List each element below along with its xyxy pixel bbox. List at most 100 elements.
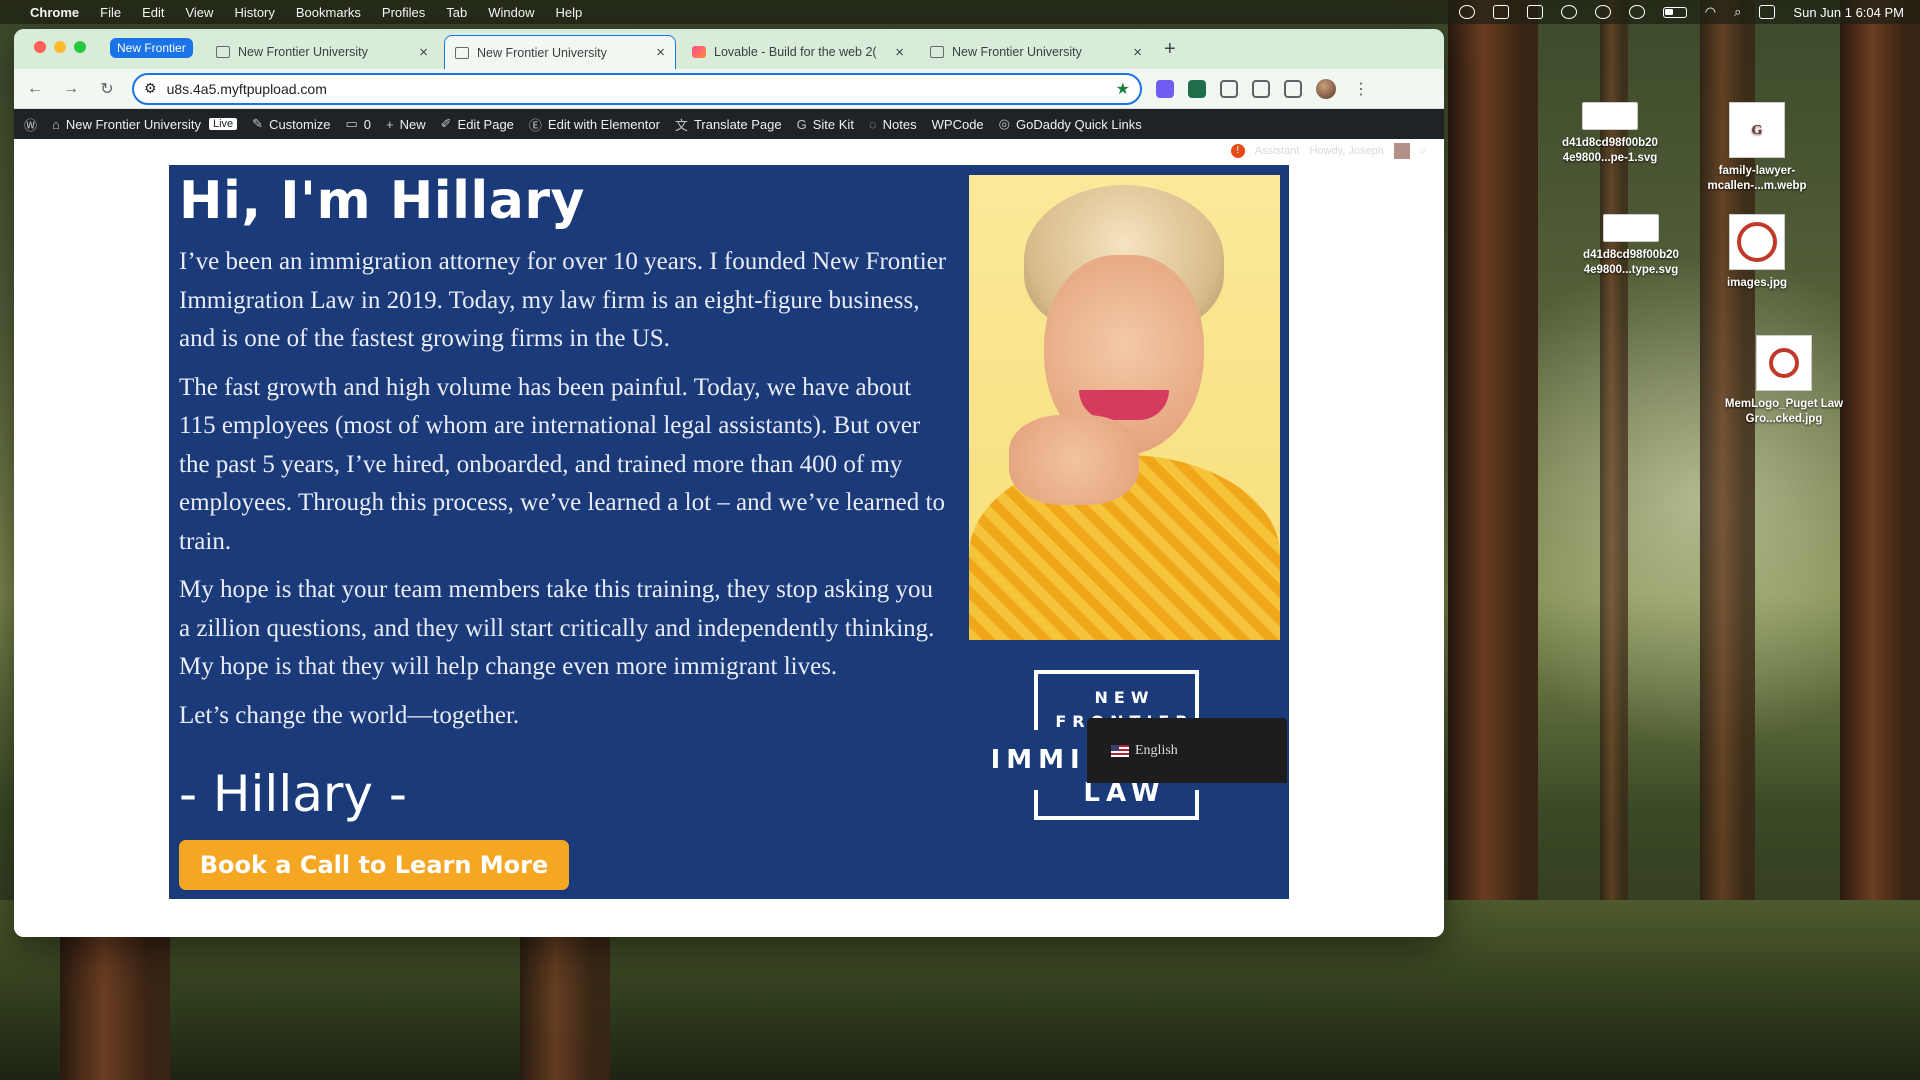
- tab-title: Lovable - Build for the web 2(: [714, 45, 877, 59]
- tab-bar: New Frontier New Frontier University × N…: [14, 29, 1444, 69]
- notification-icon[interactable]: [1492, 5, 1509, 19]
- menu-tab[interactable]: Tab: [446, 5, 467, 20]
- forward-arrow-icon[interactable]: →: [60, 80, 82, 98]
- creative-cloud-icon[interactable]: [1560, 5, 1577, 19]
- tab-title: New Frontier University: [477, 45, 607, 60]
- chrome-menu-icon[interactable]: ⋮: [1350, 79, 1372, 99]
- menu-edit[interactable]: Edit: [142, 5, 164, 20]
- us-flag-icon: [1111, 744, 1129, 757]
- search-icon[interactable]: ⌕: [1420, 145, 1426, 158]
- wp-edit-page[interactable]: ✐ Edit Page: [441, 116, 514, 132]
- address-bar[interactable]: ⚙ u8s.4a5.myftpupload.com ★: [132, 72, 1142, 105]
- hero-section: Hi, I'm Hillary I’ve been an immigration…: [169, 165, 1289, 899]
- menu-help[interactable]: Help: [556, 5, 583, 20]
- wp-customize[interactable]: ✎ Customize: [252, 116, 330, 132]
- desktop-file-memlogo[interactable]: MemLogo_Puget Law Gro...cked.jpg: [1724, 335, 1844, 427]
- desktop-file-images-jpg[interactable]: images.jpg: [1697, 214, 1817, 291]
- user-avatar[interactable]: [1393, 143, 1410, 159]
- reload-icon[interactable]: ↻: [96, 79, 118, 99]
- m-app-icon[interactable]: [1526, 5, 1543, 19]
- menu-profiles[interactable]: Profiles: [382, 5, 425, 20]
- alert-icon[interactable]: !: [1230, 144, 1245, 158]
- file-thumbnail: [1756, 335, 1812, 391]
- chrome-window: New Frontier New Frontier University × N…: [14, 29, 1444, 937]
- back-arrow-icon[interactable]: ←: [24, 80, 46, 98]
- tab-search-icon[interactable]: [1252, 79, 1270, 98]
- browser-toolbar: ← → ↻ ⚙ u8s.4a5.myftpupload.com ★ ⋮: [14, 69, 1444, 109]
- wp-translate-page[interactable]: 文 Translate Page: [675, 115, 782, 134]
- menu-app-name[interactable]: Chrome: [30, 5, 79, 20]
- wp-godaddy-links[interactable]: ◎ GoDaddy Quick Links: [999, 116, 1142, 132]
- tab-group-label[interactable]: New Frontier: [110, 38, 193, 58]
- status-dot-icon[interactable]: [1594, 5, 1611, 19]
- cloud-sync-icon[interactable]: [1458, 5, 1475, 19]
- tab-close-icon[interactable]: ×: [656, 44, 665, 61]
- tab-close-icon[interactable]: ×: [1133, 44, 1142, 61]
- tab-1[interactable]: New Frontier University ×: [206, 35, 438, 69]
- edit-page-label: Edit Page: [457, 116, 514, 132]
- menu-view[interactable]: View: [185, 5, 213, 20]
- desktop-file-webp[interactable]: G family-lawyer-mcallen-...m.webp: [1697, 102, 1817, 194]
- tab-title: New Frontier University: [238, 45, 368, 59]
- profile-avatar[interactable]: [1316, 78, 1336, 99]
- battery-icon[interactable]: [1662, 6, 1687, 18]
- menu-history[interactable]: History: [234, 5, 274, 20]
- hero-paragraph-1: I’ve been an immigration attorney for ov…: [179, 248, 947, 352]
- wordpress-logo-icon[interactable]: Ⓦ: [24, 115, 37, 134]
- extensions-puzzle-icon[interactable]: [1220, 79, 1238, 98]
- tab-2-active[interactable]: New Frontier University ×: [444, 35, 676, 69]
- bookmark-star-icon[interactable]: ★: [1116, 79, 1130, 99]
- wp-edit-elementor[interactable]: Ⓔ Edit with Elementor: [529, 115, 660, 134]
- extension-green-icon[interactable]: [1188, 79, 1206, 98]
- zoom-window-button[interactable]: [74, 41, 86, 53]
- tab-title: New Frontier University: [952, 45, 1082, 59]
- desktop-file-svg-2[interactable]: d41d8cd98f00b20 4e9800...type.svg: [1571, 214, 1691, 278]
- translate-icon: 文: [674, 117, 688, 133]
- menu-bookmarks[interactable]: Bookmarks: [296, 5, 361, 20]
- hero-paragraph-2: The fast growth and high volume has been…: [179, 373, 945, 555]
- lovable-favicon-icon: [692, 46, 706, 58]
- file-thumbnail: [1603, 214, 1659, 242]
- media-controls-icon[interactable]: [1284, 79, 1302, 98]
- page-favicon-icon: [930, 46, 944, 58]
- signature: - Hillary -: [179, 765, 407, 823]
- wp-site-kit[interactable]: G Site Kit: [797, 117, 854, 132]
- spotlight-search-icon[interactable]: ⌕: [1734, 4, 1741, 20]
- site-name-label: New Frontier University: [65, 116, 201, 132]
- site-kit-label: Site Kit: [812, 116, 854, 132]
- desktop-file-svg-1[interactable]: d41d8cd98f00b20 4e9800...pe-1.svg: [1550, 102, 1670, 166]
- control-center-icon[interactable]: [1759, 5, 1776, 19]
- new-label: New: [399, 116, 426, 132]
- menu-file[interactable]: File: [100, 5, 121, 20]
- tab-close-icon[interactable]: ×: [895, 44, 904, 61]
- new-tab-button[interactable]: +: [1164, 38, 1176, 61]
- menubar-clock[interactable]: Sun Jun 1 6:04 PM: [1793, 5, 1904, 20]
- language-switcher[interactable]: English: [1087, 718, 1287, 783]
- wp-site-name[interactable]: ⌂ New Frontier University Live: [52, 116, 238, 132]
- play-icon[interactable]: [1628, 5, 1645, 19]
- extension-purple-icon[interactable]: [1156, 79, 1174, 98]
- assistant-link[interactable]: Assistant: [1255, 145, 1300, 157]
- close-window-button[interactable]: [34, 41, 46, 53]
- page-favicon-icon: [216, 46, 230, 58]
- file-name: images.jpg: [1726, 277, 1788, 289]
- page-favicon-icon: [455, 46, 469, 59]
- minimize-window-button[interactable]: [54, 41, 66, 53]
- elementor-icon: Ⓔ: [528, 117, 542, 133]
- notes-label: Notes: [882, 116, 917, 132]
- site-settings-icon[interactable]: ⚙: [144, 80, 157, 97]
- tab-3[interactable]: Lovable - Build for the web 2( ×: [682, 35, 914, 69]
- wp-notes[interactable]: ◌ Notes: [869, 117, 917, 132]
- speech-bubble-icon: ◌: [868, 116, 877, 132]
- wp-comments[interactable]: ▭ 0: [345, 116, 371, 132]
- howdy-user[interactable]: Howdy, Joseph: [1309, 145, 1383, 157]
- wifi-icon[interactable]: ◠: [1705, 4, 1716, 20]
- hero-paragraph-4: Let’s change the world—together.: [179, 701, 520, 729]
- book-call-button[interactable]: Book a Call to Learn More: [179, 840, 569, 890]
- tab-4[interactable]: New Frontier University ×: [920, 35, 1152, 69]
- wp-new[interactable]: + New: [386, 117, 426, 132]
- wp-wpcode[interactable]: WPCode: [932, 117, 984, 132]
- url-text[interactable]: u8s.4a5.myftpupload.com: [167, 81, 1106, 97]
- tab-close-icon[interactable]: ×: [419, 44, 428, 61]
- menu-window[interactable]: Window: [488, 5, 534, 20]
